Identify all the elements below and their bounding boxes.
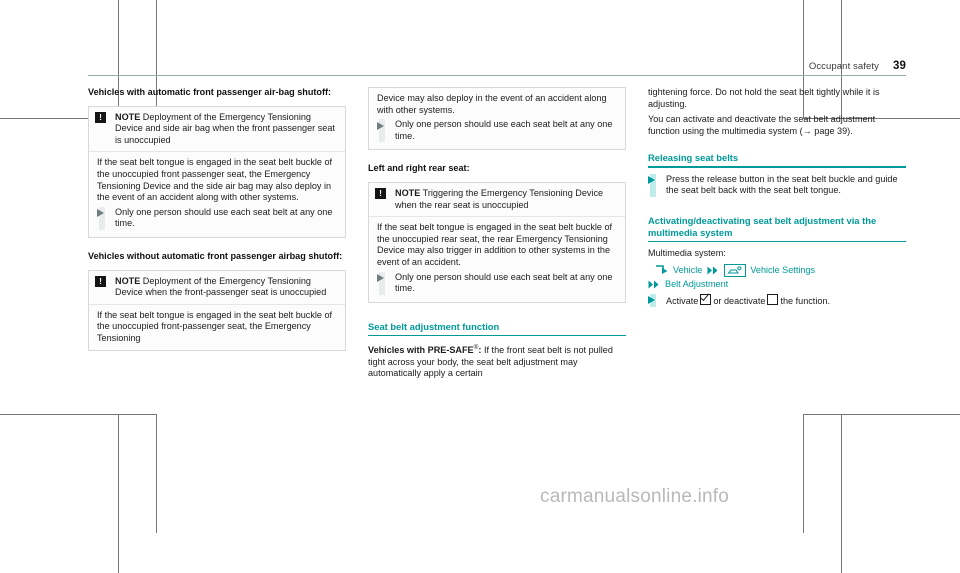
- section-heading-releasing-seat-belts: Releasing seat belts: [648, 152, 739, 164]
- activate-mid-text: or deactivate: [713, 295, 766, 306]
- note-title-text: Triggering the Emergency Tensioning Devi…: [395, 187, 604, 210]
- note-label: NOTE: [395, 187, 421, 198]
- step-text: Press the release button in the seat bel…: [666, 173, 898, 196]
- note-title-text: Deployment of the Emergency Tensioning D…: [115, 111, 335, 145]
- crop-mark-bottom-right-inner: [803, 414, 960, 533]
- step-text: Only one person should use each seat bel…: [395, 119, 613, 141]
- page-cross-reference: → page 39: [802, 125, 848, 136]
- checkbox-checked-icon[interactable]: [700, 293, 712, 305]
- note-box-rear-seat: ! NOTE Triggering the Emergency Tensioni…: [368, 181, 626, 303]
- section-heading-activating-deactivating: Activating/deactivating seat belt adjust…: [648, 214, 877, 238]
- nav-item-vehicle[interactable]: Vehicle: [673, 264, 702, 277]
- column-1: Vehicles with automatic front passenger …: [88, 87, 346, 384]
- note-box-continued: Device may also deploy in the event of a…: [368, 87, 626, 151]
- note-step: Only one person should use each seat bel…: [97, 206, 338, 230]
- exclamation-icon: !: [95, 112, 106, 124]
- section-rule: [648, 240, 906, 242]
- column1-heading-2: Vehicles without automatic front passeng…: [88, 250, 343, 261]
- note-step: Only one person should use each seat bel…: [377, 119, 618, 143]
- step-text: Only one person should use each seat bel…: [115, 206, 333, 229]
- note-header: ! NOTE Deployment of the Emergency Tensi…: [89, 106, 345, 153]
- note-body-paragraph: If the seat belt tongue is engaged in th…: [377, 222, 613, 267]
- step-triangle-icon: [377, 119, 386, 143]
- watermark: carmanualsonline.info: [540, 486, 730, 507]
- step-text: Activate or deactivate the function.: [666, 293, 830, 308]
- section-rule: [368, 334, 626, 336]
- nav-item-vehicle-settings[interactable]: Vehicle Settings: [750, 264, 815, 277]
- exclamation-icon: !: [375, 188, 386, 200]
- step-text: Only one person should use each seat bel…: [395, 271, 613, 294]
- double-chevron-icon: [648, 280, 660, 289]
- section-heading-seat-belt-adjustment: Seat belt adjustment function: [368, 320, 500, 332]
- running-header-title: Occupant safety: [808, 61, 879, 72]
- column2-heading: Left and right rear seat:: [368, 163, 470, 174]
- running-header: Occupant safety 39: [88, 60, 906, 75]
- crop-mark-bottom-left-inner: [0, 414, 157, 533]
- step-triangle-icon: [648, 293, 657, 308]
- multimedia-system-label: Multimedia system:: [648, 247, 726, 258]
- nav-item-belt-adjustment[interactable]: Belt Adjustment: [665, 278, 728, 291]
- section-rule: [648, 166, 906, 168]
- double-chevron-icon: [707, 266, 719, 275]
- note-body: Device may also deploy in the event of a…: [369, 88, 625, 149]
- note-body: If the seat belt tongue is engaged in th…: [89, 152, 345, 237]
- step-triangle-icon: [648, 173, 657, 197]
- step-triangle-icon: [377, 271, 386, 295]
- activate-pre-text: Activate: [666, 295, 699, 306]
- note-box-without-airbag-shutoff: ! NOTE Deployment of the Emergency Tensi…: [88, 269, 346, 351]
- page-content: Occupant safety 39 Vehicles with automat…: [88, 60, 906, 384]
- note-box-front-passenger-airbag: ! NOTE Deployment of the Emergency Tensi…: [88, 105, 346, 238]
- column3-paragraph-2: You can activate and deactivate the seat…: [648, 114, 906, 137]
- release-step: Press the release button in the seat bel…: [648, 173, 906, 197]
- column3-paragraph-2-b: ).: [847, 125, 853, 136]
- presafe-paragraph: Vehicles with PRE-SAFE®: If the front se…: [368, 342, 626, 380]
- nav-path-line-1[interactable]: Vehicle Vehicle Settings: [648, 263, 906, 277]
- note-header: ! NOTE Deployment of the Emergency Tensi…: [89, 270, 345, 305]
- note-title: NOTE Deployment of the Emergency Tension…: [115, 112, 338, 147]
- note-title: NOTE Triggering the Emergency Tensioning…: [395, 188, 618, 211]
- note-label: NOTE: [115, 111, 141, 122]
- note-body: If the seat belt tongue is engaged in th…: [369, 217, 625, 302]
- column1-heading-1: Vehicles with automatic front passenger …: [88, 87, 332, 97]
- note-title-text: Deployment of the Emergency Tensioning D…: [115, 275, 327, 298]
- note-body: If the seat belt tongue is engaged in th…: [89, 305, 345, 350]
- note-title: NOTE Deployment of the Emergency Tension…: [115, 276, 338, 299]
- checkbox-unchecked-icon[interactable]: [767, 293, 779, 305]
- note-header: ! NOTE Triggering the Emergency Tensioni…: [369, 182, 625, 218]
- presafe-lead: Vehicles with PRE-SAFE: [368, 344, 474, 355]
- nav-arrow-icon: [655, 264, 668, 276]
- note-label: NOTE: [115, 275, 141, 286]
- column3-paragraph-1: tightening force. Do not hold the seat b…: [648, 87, 880, 109]
- activate-post-text: the function.: [780, 295, 830, 306]
- step-triangle-icon: [97, 206, 106, 230]
- activate-step: Activate or deactivate the function.: [648, 293, 906, 308]
- column-layout: Vehicles with automatic front passenger …: [88, 87, 906, 384]
- note-body-paragraph: If the seat belt tongue is engaged in th…: [97, 309, 333, 343]
- note-body-paragraph: If the seat belt tongue is engaged in th…: [97, 157, 333, 203]
- exclamation-icon: !: [95, 276, 106, 288]
- note-step: Only one person should use each seat bel…: [377, 271, 618, 295]
- column-3: tightening force. Do not hold the seat b…: [648, 87, 906, 384]
- nav-path-line-2[interactable]: Belt Adjustment: [648, 278, 906, 291]
- header-rule: [88, 75, 906, 76]
- column-2: Device may also deploy in the event of a…: [368, 87, 626, 384]
- note-body-paragraph: Device may also deploy in the event of a…: [377, 93, 607, 115]
- vehicle-settings-icon: [724, 263, 747, 277]
- page-number: 39: [893, 60, 906, 72]
